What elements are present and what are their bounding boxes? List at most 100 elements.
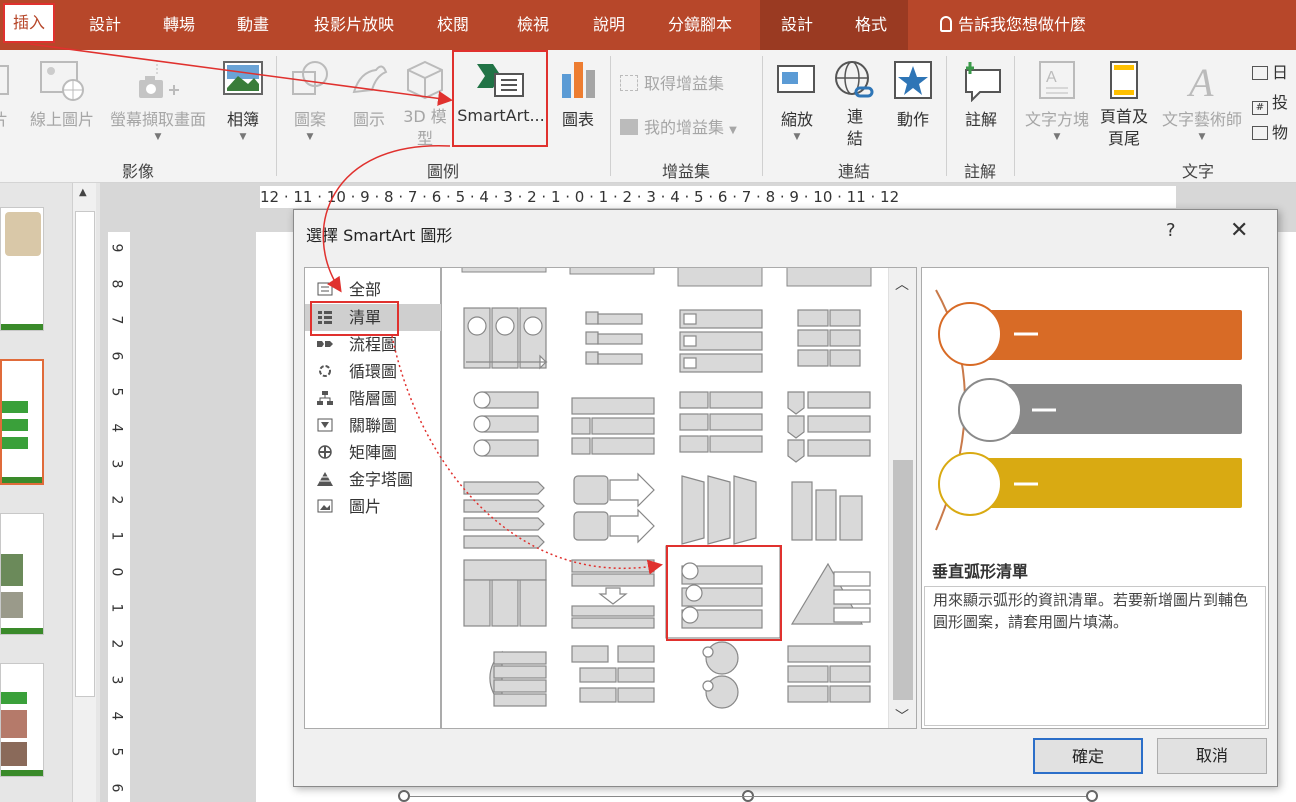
icons-button[interactable]: 圖示 (344, 58, 394, 130)
tell-me-box[interactable]: 告訴我您想做什麼 (918, 0, 1108, 50)
ok-button[interactable]: 確定 (1033, 738, 1143, 774)
tab-format[interactable]: 格式 (834, 0, 908, 50)
thumbnail-bar (1, 324, 43, 330)
layout-thumbnail (585, 311, 643, 365)
help-button[interactable]: ? (1166, 220, 1176, 241)
layout-thumbnail (571, 645, 655, 703)
star-action-icon (894, 61, 932, 99)
screenshot-button[interactable]: 螢幕擷取畫面 ▼ (104, 58, 212, 142)
group-label-images: 影像 (121, 162, 154, 181)
textbox-button[interactable]: A 文字方塊 ▼ (1020, 58, 1094, 142)
tab-transitions[interactable]: 轉場 (154, 0, 204, 50)
gallery-scrollbar-thumb[interactable] (893, 460, 913, 700)
slide-thumbnail[interactable] (0, 513, 44, 635)
thumbnail-scrollbar[interactable]: ▲ (72, 183, 96, 802)
online-picture-icon (40, 61, 84, 101)
zoom-button[interactable]: 縮放 ▼ (772, 58, 822, 142)
category-hierarchy[interactable]: 階層圖 (305, 385, 441, 412)
preview-circle (938, 452, 1002, 516)
category-pyramid[interactable]: 金字塔圖 (305, 466, 441, 493)
shapes-button[interactable]: 圖案 ▼ (284, 58, 336, 142)
category-relationship[interactable]: 關聯圖 (305, 412, 441, 439)
smartart-dialog: 選擇 SmartArt 圖形 ? ✕ 全部 清單 流程圖 循環圖 階層圖 關聯圖 (293, 209, 1278, 787)
vertical-ruler-label: 6 (108, 351, 125, 361)
gallery-scrollbar[interactable]: ︿ ﹀ (888, 268, 916, 728)
category-label: 階層圖 (349, 389, 398, 408)
tab-help[interactable]: 說明 (584, 0, 634, 50)
pictures-button[interactable]: 片 (0, 58, 12, 130)
category-all[interactable]: 全部 (305, 276, 441, 303)
layout-thumbnail (569, 268, 655, 275)
scrollbar-thumb[interactable] (75, 211, 95, 697)
link-button[interactable]: 連 結 (830, 58, 880, 150)
slide-thumbnail[interactable] (0, 207, 44, 331)
vertical-ruler-label: 9 (108, 243, 125, 253)
ribbon: 片 線上圖片 螢幕擷取畫面 ▼ 相簿 ▼ 影像 (0, 50, 1296, 183)
tab-design[interactable]: 設計 (80, 0, 130, 50)
tab-animations[interactable]: 動畫 (228, 0, 278, 50)
layout-thumbnail (787, 391, 871, 463)
smartart-button[interactable]: SmartArt... (454, 58, 548, 125)
photo-album-label: 相簿 (226, 110, 259, 129)
slide-thumbnail[interactable] (0, 663, 44, 777)
category-picture[interactable]: 圖片 (305, 493, 441, 520)
slide-number-button[interactable]: # 投 (1252, 88, 1296, 118)
layout-preview: 垂直弧形清單 用來顯示弧形的資訊清單。若要新增圖片到輔色圓形圖案，請套用圖片填滿… (921, 267, 1269, 729)
chevron-down-icon[interactable]: ﹀ (895, 706, 909, 726)
resize-handle[interactable] (398, 790, 410, 802)
slide-thumbnail-selected[interactable] (0, 359, 44, 485)
my-addins-button[interactable]: 我的增益集 ▼ (620, 114, 737, 138)
smartart-label: SmartArt... (457, 106, 545, 125)
layout-thumbnail-selected (681, 562, 763, 629)
object-button[interactable]: 物 (1252, 118, 1296, 148)
tab-insert[interactable]: 插入 (3, 3, 55, 43)
chart-label: 圖表 (561, 110, 594, 129)
resize-handle[interactable] (1086, 790, 1098, 802)
close-button[interactable]: ✕ (1230, 218, 1248, 243)
category-matrix[interactable]: 矩陣圖 (305, 439, 441, 466)
object-icon (1252, 126, 1268, 140)
get-addins-button[interactable]: 取得增益集 (620, 70, 724, 94)
thumbnail-bar (1, 628, 43, 634)
chevron-down-icon: ▼ (793, 132, 801, 142)
tab-smartart-design[interactable]: 設計 (760, 0, 834, 50)
photo-album-button[interactable]: 相簿 ▼ (218, 58, 268, 142)
vertical-ruler-label: 6 (108, 783, 125, 793)
category-cycle[interactable]: 循環圖 (305, 358, 441, 385)
cancel-button[interactable]: 取消 (1157, 738, 1267, 774)
preview-circle (938, 302, 1002, 366)
chart-button[interactable]: 圖表 (556, 58, 600, 130)
layout-thumbnail (787, 645, 871, 703)
comment-button[interactable]: 註解 (954, 58, 1008, 130)
horizontal-ruler: 12 · 11 · 10 · 9 · 8 · 7 · 6 · 5 · 4 · 3… (260, 186, 1176, 208)
tab-storyboard[interactable]: 分鏡腳本 (658, 0, 742, 50)
chevron-down-icon: ▼ (1053, 132, 1061, 142)
tab-view[interactable]: 檢視 (508, 0, 558, 50)
tab-review[interactable]: 校閱 (428, 0, 478, 50)
slide-number-label: 投 (1272, 93, 1289, 112)
wordart-button[interactable]: A 文字藝術師 ▼ (1156, 58, 1248, 142)
3d-models-button[interactable]: 3D 模 型 (400, 58, 450, 150)
action-button[interactable]: 動作 (888, 58, 938, 130)
category-process[interactable]: 流程圖 (305, 331, 441, 358)
date-time-button[interactable]: 日 (1252, 58, 1296, 88)
header-footer-button[interactable]: 頁首及 頁尾 (1096, 58, 1152, 150)
3d-models-label-1: 3D 模 (403, 107, 447, 126)
chevron-down-icon: ▼ (306, 132, 314, 142)
dialog-title: 選擇 SmartArt 圖形 (306, 226, 453, 245)
online-pictures-button[interactable]: 線上圖片 (24, 58, 100, 130)
scroll-up-icon[interactable]: ▲ (79, 187, 87, 198)
icons-label: 圖示 (352, 110, 385, 129)
chart-icon (562, 62, 595, 98)
3d-models-label-2: 型 (416, 129, 433, 148)
preview-bar (972, 458, 1242, 508)
my-addins-label: 我的增益集 (644, 118, 725, 137)
group-label-links: 連結 (837, 162, 870, 181)
tab-slideshow[interactable]: 投影片放映 (304, 0, 404, 50)
ribbon-tab-bar: 插入 設計 轉場 動畫 投影片放映 校閱 檢視 說明 分鏡腳本 設計 格式 告訴… (0, 0, 1296, 50)
lightbulb-icon (939, 16, 952, 32)
category-list-item[interactable]: 清單 (305, 304, 441, 331)
chevron-up-icon[interactable]: ︿ (895, 274, 909, 294)
layout-thumbnail (790, 562, 871, 625)
zoom-label: 縮放 (780, 110, 813, 129)
